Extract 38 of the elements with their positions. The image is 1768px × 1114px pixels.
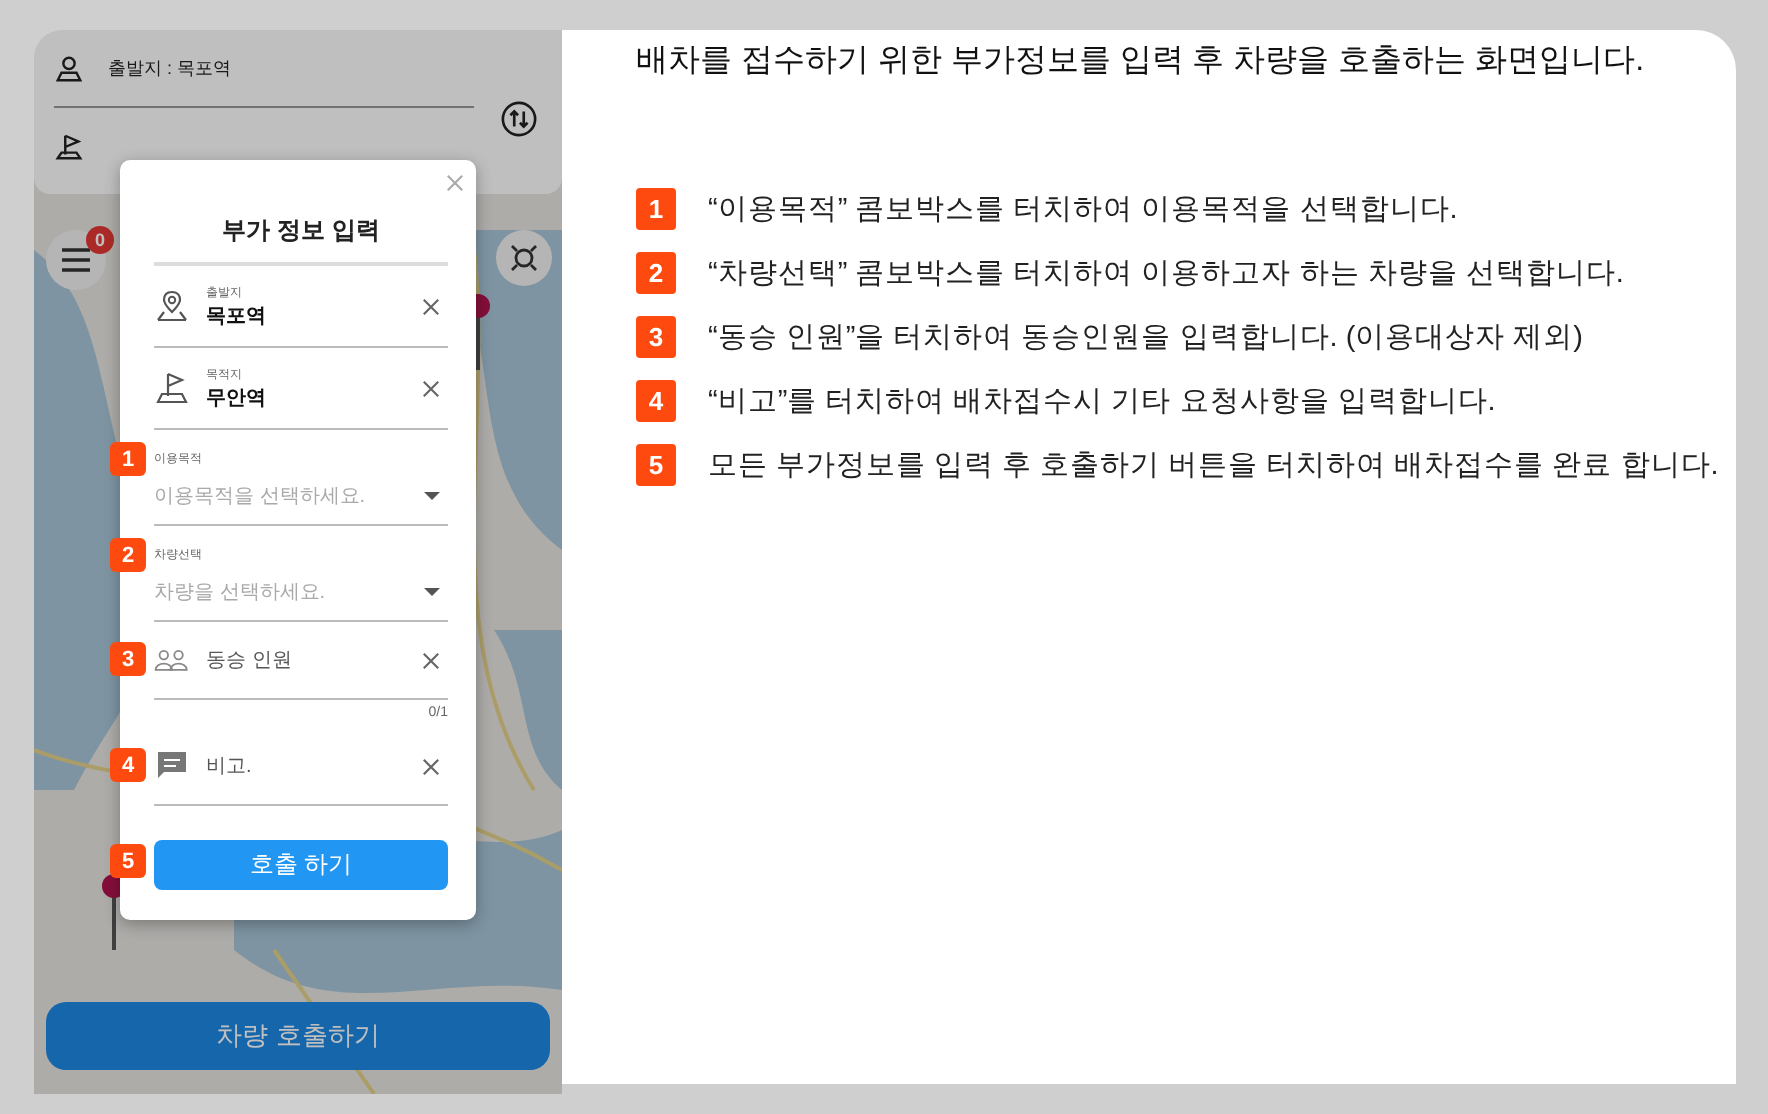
step-marker: 2 xyxy=(636,251,676,293)
clear-icon[interactable] xyxy=(422,379,440,397)
call-vehicle-button[interactable]: 차량 호출하기 xyxy=(46,1002,550,1070)
step-marker: 3 xyxy=(636,315,676,357)
location-field[interactable]: 무안역 xyxy=(206,383,406,411)
menu-icon xyxy=(62,248,90,272)
step-text: “동승 인원”을 터치하여 동승인원을 입력합니다. (이용대상자 제외) xyxy=(708,319,1584,355)
person-pin-icon xyxy=(54,53,84,83)
dropdown-field[interactable]: 차량을 선택하세요. xyxy=(154,564,448,620)
step-marker: 3 xyxy=(110,642,146,676)
step-marker: 2 xyxy=(110,538,146,572)
step-text: “차량선택” 콤보박스를 터치하여 이용하고자 하는 차량을 선택합니다. xyxy=(708,255,1624,291)
modal-title: 부가 정보 입력 xyxy=(220,214,382,246)
dropdown-field[interactable]: 이용목적을 선택하세요. xyxy=(154,468,448,524)
step-marker: 1 xyxy=(636,187,676,229)
chat-icon xyxy=(154,748,190,784)
step-text: “이용목적” 콤보박스를 터치하여 이용목적을 선택합니다. xyxy=(708,191,1458,227)
step-marker: 4 xyxy=(110,748,146,782)
step-text: “비고”를 터치하여 배차접수시 기타 요청사항을 입력합니다. xyxy=(708,383,1496,419)
clear-icon[interactable] xyxy=(422,651,440,669)
origin-text: 출발지 : 목포역 xyxy=(108,55,232,81)
step-marker: 5 xyxy=(110,844,146,878)
step-marker: 1 xyxy=(110,442,146,476)
flag-icon xyxy=(54,131,84,161)
clear-icon[interactable] xyxy=(422,297,440,315)
step-text: 모든 부가정보를 입력 후 호출하기 버튼을 터치하여 배차접수를 완료 합니다. xyxy=(708,447,1719,483)
step-marker: 4 xyxy=(636,379,676,421)
location-field[interactable]: 목포역 xyxy=(206,301,406,329)
caret-icon xyxy=(424,588,440,596)
instruction-title: 배차를 접수하기 위한 부가정보를 입력 후 차량을 호출하는 화면입니다. xyxy=(636,42,1647,82)
call-button[interactable]: 호출 하기 xyxy=(154,840,448,890)
target-icon xyxy=(510,244,538,272)
step-marker: 5 xyxy=(636,443,676,485)
flag-icon xyxy=(154,370,190,406)
caret-icon xyxy=(424,492,440,500)
clear-icon[interactable] xyxy=(422,757,440,775)
swap-icon[interactable] xyxy=(500,100,538,138)
location-pin-icon xyxy=(154,288,190,324)
